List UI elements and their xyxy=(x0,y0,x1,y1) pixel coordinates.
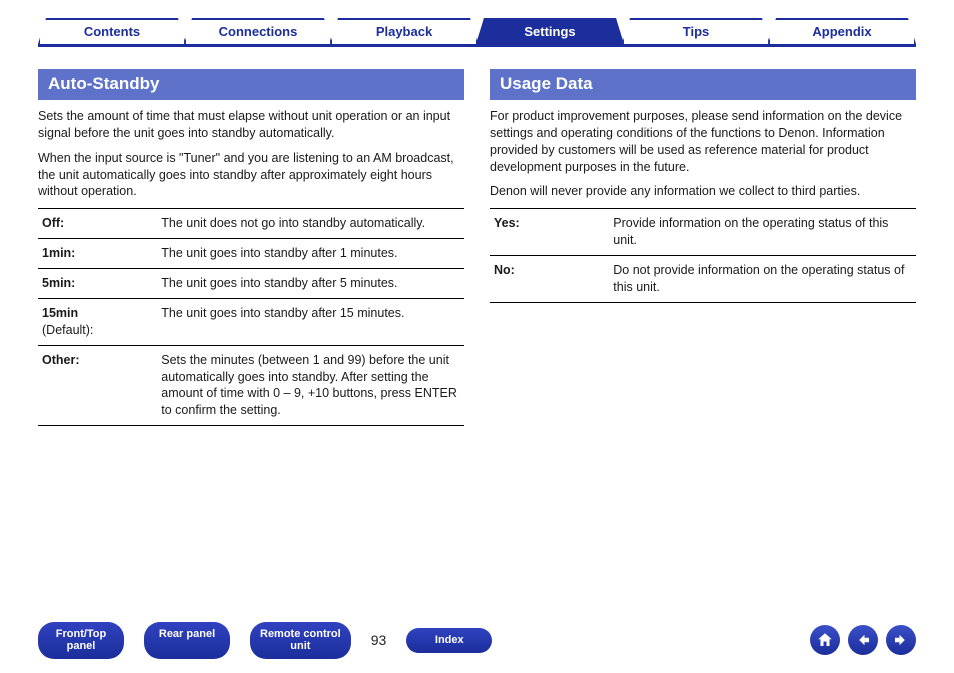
footer-bar: Front/Top panel Rear panel Remote control … xyxy=(0,622,954,659)
table-row: Other:Sets the minutes (between 1 and 99… xyxy=(38,345,464,426)
manual-page: ContentsConnectionsPlaybackSettingsTipsA… xyxy=(0,0,954,673)
right-column: Usage Data For product improvement purpo… xyxy=(490,69,916,426)
page-number: 93 xyxy=(371,631,387,650)
tab-settings[interactable]: Settings xyxy=(476,18,624,44)
top-tabs: ContentsConnectionsPlaybackSettingsTipsA… xyxy=(38,18,916,44)
home-icon[interactable] xyxy=(810,625,840,655)
option-description: The unit goes into standby after 15 minu… xyxy=(157,298,464,345)
option-description: The unit goes into standby after 5 minut… xyxy=(157,269,464,299)
auto-standby-description-2: When the input source is "Tuner" and you… xyxy=(38,150,464,201)
table-row: 15min(Default):The unit goes into standb… xyxy=(38,298,464,345)
table-row: 1min:The unit goes into standby after 1 … xyxy=(38,239,464,269)
option-key: 5min: xyxy=(38,269,157,299)
index-link[interactable]: Index xyxy=(406,628,492,653)
front-top-panel-link[interactable]: Front/Top panel xyxy=(38,622,124,659)
option-key: 1min: xyxy=(38,239,157,269)
nav-icons xyxy=(810,625,916,655)
option-description: Sets the minutes (between 1 and 99) befo… xyxy=(157,345,464,426)
section-title-auto-standby: Auto-Standby xyxy=(38,69,464,100)
tab-underline xyxy=(38,44,916,47)
rear-panel-link[interactable]: Rear panel xyxy=(144,622,230,659)
tab-tips[interactable]: Tips xyxy=(622,18,770,44)
tab-appendix[interactable]: Appendix xyxy=(768,18,916,44)
table-row: Off:The unit does not go into standby au… xyxy=(38,209,464,239)
option-description: The unit goes into standby after 1 minut… xyxy=(157,239,464,269)
usage-data-options-table: Yes:Provide information on the operating… xyxy=(490,208,916,303)
option-key: Yes: xyxy=(490,209,609,256)
left-column: Auto-Standby Sets the amount of time tha… xyxy=(38,69,464,426)
auto-standby-description-1: Sets the amount of time that must elapse… xyxy=(38,108,464,142)
remote-control-unit-link[interactable]: Remote control unit xyxy=(250,622,351,659)
option-key: No: xyxy=(490,256,609,303)
next-arrow-icon[interactable] xyxy=(886,625,916,655)
option-key: Off: xyxy=(38,209,157,239)
option-key: 15min(Default): xyxy=(38,298,157,345)
usage-data-description-2: Denon will never provide any information… xyxy=(490,183,916,200)
table-row: 5min:The unit goes into standby after 5 … xyxy=(38,269,464,299)
option-description: The unit does not go into standby automa… xyxy=(157,209,464,239)
tab-contents[interactable]: Contents xyxy=(38,18,186,44)
tab-connections[interactable]: Connections xyxy=(184,18,332,44)
option-key: Other: xyxy=(38,345,157,426)
tab-playback[interactable]: Playback xyxy=(330,18,478,44)
table-row: Yes:Provide information on the operating… xyxy=(490,209,916,256)
usage-data-description-1: For product improvement purposes, please… xyxy=(490,108,916,176)
prev-arrow-icon[interactable] xyxy=(848,625,878,655)
section-title-usage-data: Usage Data xyxy=(490,69,916,100)
option-description: Provide information on the operating sta… xyxy=(609,209,916,256)
table-row: No:Do not provide information on the ope… xyxy=(490,256,916,303)
auto-standby-options-table: Off:The unit does not go into standby au… xyxy=(38,208,464,426)
option-description: Do not provide information on the operat… xyxy=(609,256,916,303)
